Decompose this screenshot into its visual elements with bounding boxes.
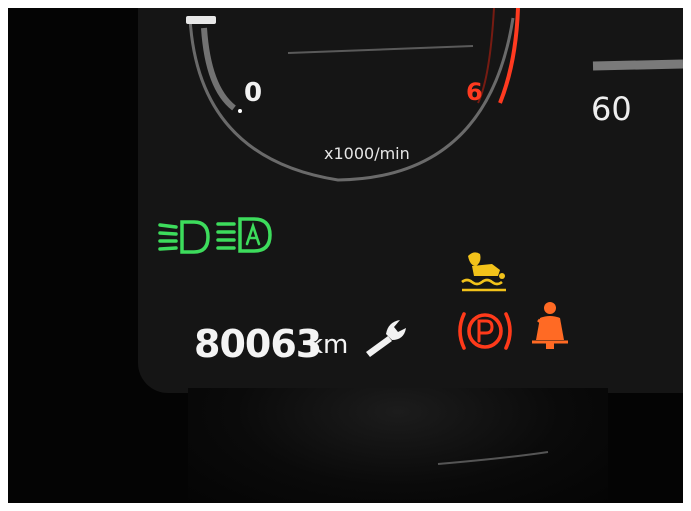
reflection-line — [437, 451, 549, 465]
engine-oil-level-icon — [461, 252, 506, 292]
service-wrench-icon — [366, 320, 406, 357]
tachometer-redline-arc — [498, 8, 520, 104]
tachometer-unit-label: x1000/min — [324, 144, 410, 163]
tachometer-needle-marker — [186, 16, 216, 24]
low-beam-headlight-icon — [158, 220, 210, 254]
speedometer-scale-band — [592, 59, 683, 71]
tachometer-redline-label: 6 — [466, 78, 483, 106]
tachometer-inner-line — [287, 45, 474, 54]
odometer-unit: km — [308, 330, 349, 360]
auto-headlight-icon — [216, 217, 272, 253]
seatbelt-warning-icon — [532, 302, 568, 349]
tachometer-dial — [186, 8, 683, 465]
tachometer-tick-dot — [238, 109, 242, 113]
tachometer-tick-label: 0 — [244, 78, 263, 108]
parking-brake-icon — [458, 312, 512, 350]
instrument-cluster-photo: 0 6 x1000/min 60 80063 km — [8, 8, 683, 503]
odometer-value: 80063 — [194, 322, 322, 366]
speedometer-tick-label: 60 — [591, 90, 632, 128]
